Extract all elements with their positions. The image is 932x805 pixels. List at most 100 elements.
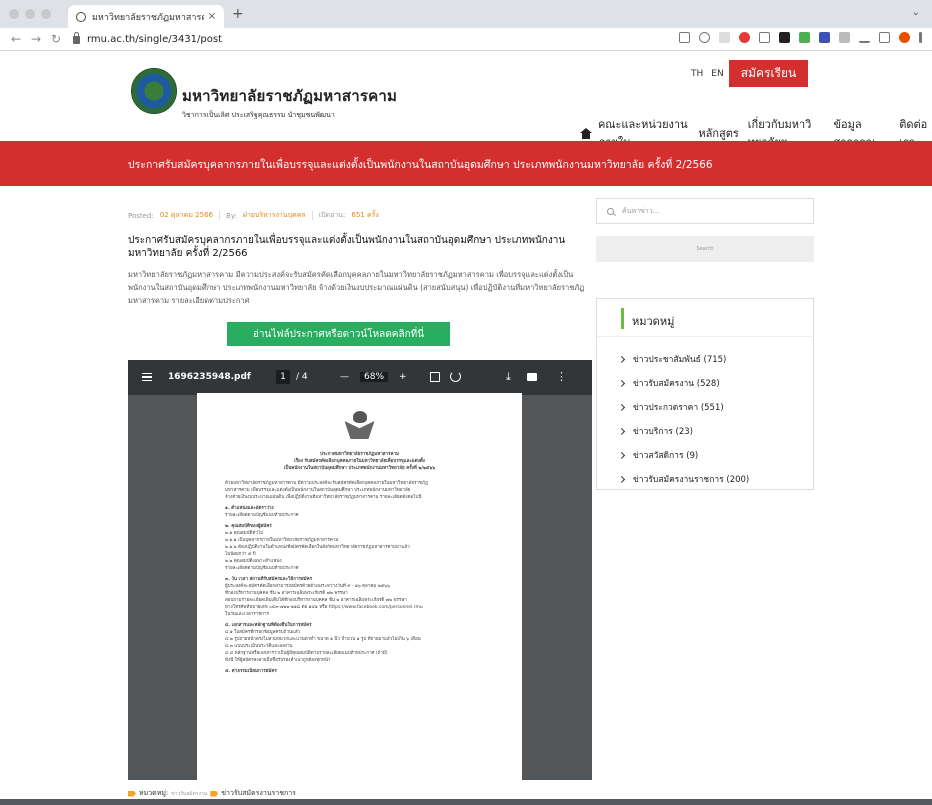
language-switch: TH EN <box>691 69 724 79</box>
browser-tab-bar: มหาวิทยาลัยราชภัฏมหาสารคาม - ( × + ⌄ <box>0 0 932 28</box>
back-icon[interactable]: ← <box>8 32 24 46</box>
category-item[interactable]: ข่าวบริการ (23) <box>597 419 813 443</box>
download-icon[interactable] <box>859 32 870 43</box>
fit-page-icon[interactable] <box>430 372 440 382</box>
chevron-right-icon <box>617 379 626 387</box>
category-item[interactable]: ข่าวสวัสดิการ (9) <box>597 443 813 467</box>
divider <box>219 211 221 220</box>
doc-line: ๔.๒ รูปถ่ายหน้าตรงไม่สวมหมวกและแว่นตาดำ … <box>225 637 421 642</box>
doc-lines: ด้วยมหาวิทยาลัยราชภัฏมหาสารคาม มีความประ… <box>225 480 494 675</box>
post-category: หมวดหมู่: ข่าวรับสมัครงาน ข่าวรับสมัครงา… <box>128 788 296 799</box>
ext-icon[interactable] <box>819 32 830 43</box>
accent-bar <box>621 308 624 329</box>
tag-icon <box>128 790 136 797</box>
category-item-label: ข่าวประกวดราคา (551) <box>633 403 724 413</box>
doc-line: ๔.๑ ใบสมัครที่กรอกข้อมูลครบถ้วนแล้ว <box>225 630 301 635</box>
brand[interactable]: มหาวิทยาลัยราชภัฏมหาสารคาม วิชาการเป็นเล… <box>182 84 397 121</box>
ext-icon[interactable] <box>779 32 790 43</box>
category-list: ข่าวประชาสัมพันธ์ (715) ข่าวรับสมัครงาน (… <box>597 337 813 491</box>
category-link-small[interactable]: ข่าวรับสมัครงาน <box>171 790 207 798</box>
category-item[interactable]: ข่าวประชาสัมพันธ์ (715) <box>597 347 813 371</box>
category-label: หมวดหมู่: <box>139 789 169 797</box>
search-placeholder: ค้นหาข่าว... <box>622 206 660 215</box>
category-item-label: ข่าวประชาสัมพันธ์ (715) <box>633 355 727 365</box>
new-tab-button[interactable]: + <box>232 6 244 22</box>
category-item[interactable]: ข่าวรับสมัครงานราชการ (200) <box>597 467 813 491</box>
category-item-label: ข่าวสวัสดิการ (9) <box>633 451 699 461</box>
page-total: / 4 <box>296 372 308 382</box>
post-body: มหาวิทยาลัยราชภัฏมหาสารคาม มีความประสงค์… <box>128 270 585 305</box>
star-icon[interactable] <box>699 32 710 43</box>
university-logo[interactable] <box>131 68 177 114</box>
zoom-value[interactable]: 68% <box>360 372 389 382</box>
category-item-label: ข่าวรับสมัครงานราชการ (200) <box>633 475 750 485</box>
puzzle-icon[interactable] <box>839 32 850 43</box>
ext-icon[interactable] <box>759 32 770 43</box>
views-label: เปิดอ่าน: <box>318 211 346 219</box>
category-item-label: ข่าวบริการ (23) <box>633 427 693 437</box>
globe-icon <box>76 11 86 22</box>
tab-title: มหาวิทยาลัยราชภัฏมหาสารคาม - ( <box>92 12 204 23</box>
doc-line: สอบถามรายละเอียดเพิ่มเติมได้ที่กองบริหาร… <box>225 598 407 603</box>
download-button[interactable]: อ่านไฟล์ประกาศหรือดาวน์โหลดคลิกที่นี่ <box>227 322 450 346</box>
hamburger-icon[interactable] <box>142 373 152 381</box>
window-controls[interactable] <box>9 9 51 19</box>
category-item[interactable]: ข่าวรับสมัครงาน (528) <box>597 371 813 395</box>
doc-line: ๒. คุณสมบัติของผู้สมัคร <box>225 524 272 529</box>
doc-line: ๒.๑.๒ ต้องปฏิบัติงานในตำแหน่งที่สมัครคัด… <box>225 545 410 550</box>
category-item[interactable]: ข่าวประกวดราคา (551) <box>597 395 813 419</box>
by-label: By: <box>226 211 237 220</box>
chevron-right-icon <box>617 355 626 363</box>
pdf-download-icon[interactable]: ⤓ <box>506 370 511 384</box>
ext-icon[interactable] <box>739 32 750 43</box>
doc-line: ผู้ประสงค์จะสมัครคัดเลือกสามารถสมัครด้วย… <box>225 584 390 589</box>
author-link[interactable]: ฝ่ายบริหารงานบุคคล <box>243 210 306 221</box>
avatar[interactable] <box>899 32 910 43</box>
page-number-input[interactable]: 1 <box>276 370 290 384</box>
doc-line: ด้วยมหาวิทยาลัยราชภัฏมหาสารคาม มีความประ… <box>225 481 428 486</box>
pdf-toolbar: 1696235948.pdf 1 / 4 — 68% + ⤓ ⋮ <box>128 360 592 395</box>
search-input[interactable]: ค้นหาข่าว... <box>596 198 814 224</box>
brand-name: มหาวิทยาลัยราชภัฏมหาสารคาม <box>182 87 398 105</box>
post-meta: Posted: 02 ตุลาคม 2566 By: ฝ่ายบริหารงาน… <box>128 210 379 221</box>
doc-line: ในวันและเวลาราชการ <box>225 612 269 617</box>
doc-line: จ้างด้วยเงินงบประมาณแผ่นดิน เพื่อปฏิบัติ… <box>225 495 422 500</box>
ext-icon[interactable] <box>719 32 730 43</box>
apply-button[interactable]: สมัครเรียน <box>729 60 808 87</box>
print-icon[interactable] <box>527 373 537 381</box>
chevron-down-icon[interactable]: ⌄ <box>912 7 920 18</box>
nav-programs[interactable]: หลักสูตร <box>698 124 738 142</box>
sidepanel-icon[interactable] <box>879 32 890 43</box>
doc-line: ไม่น้อยกว่า ๕ ปี <box>225 552 256 557</box>
doc-heading-line: เป็นพนักงานในสถาบันอุดมศึกษา ประเภทพนักง… <box>283 466 436 471</box>
search-button[interactable]: Search <box>596 236 814 262</box>
lang-th[interactable]: TH <box>691 69 703 79</box>
doc-heading-line: ประกาศมหาวิทยาลัยราชภัฏมหาสารคาม <box>320 452 399 457</box>
lock-icon <box>73 31 80 44</box>
zoom-out-button[interactable]: — <box>340 372 349 382</box>
chevron-right-icon <box>617 427 626 435</box>
forward-icon[interactable]: → <box>28 32 44 46</box>
more-vert-icon[interactable]: ⋮ <box>556 370 567 383</box>
close-tab-icon[interactable]: × <box>208 11 216 22</box>
rotate-icon[interactable] <box>450 371 461 382</box>
doc-line: ๔. เอกสารและหลักฐานที่ต้องยื่นในการสมัคร <box>225 623 312 628</box>
category-link-main[interactable]: ข่าวรับสมัครงานราชการ <box>221 788 296 799</box>
home-icon[interactable] <box>580 127 592 139</box>
zoom-in-button[interactable]: + <box>399 372 407 382</box>
reload-icon[interactable]: ↻ <box>48 32 64 46</box>
doc-line: ๔.๔ หลักฐานหรือเอกสารว่าเป็นผู้มีคุณสมบั… <box>225 651 388 656</box>
pdf-page: ประกาศมหาวิทยาลัยราชภัฏมหาสารคาม เรื่อง … <box>197 393 522 780</box>
categories-title: หมวดหมู่ <box>632 315 675 328</box>
doc-line: ทั้งนี้ ให้ผู้สมัครลงลายมือชื่อรับรองสำเ… <box>225 658 331 663</box>
ext-icon[interactable] <box>799 32 810 43</box>
browser-tab[interactable]: มหาวิทยาลัยราชภัฏมหาสารคาม - ( × <box>68 5 224 28</box>
menu-icon[interactable] <box>919 32 922 43</box>
posted-label: Posted: <box>128 211 154 220</box>
doc-line: ๒.๒ คุณสมบัติเฉพาะตำแหน่ง <box>225 559 282 564</box>
doc-line: ๕. ค่าธรรมเนียมการสมัคร <box>225 669 277 674</box>
doc-line: ที่กองบริหารงานบุคคล ชั้น ๒ อาคารเฉลิมพร… <box>225 591 348 596</box>
pdf-viewer[interactable]: 1696235948.pdf 1 / 4 — 68% + ⤓ ⋮ ประกาศม… <box>128 360 592 780</box>
lang-en[interactable]: EN <box>711 69 723 79</box>
share-icon[interactable] <box>679 32 690 43</box>
